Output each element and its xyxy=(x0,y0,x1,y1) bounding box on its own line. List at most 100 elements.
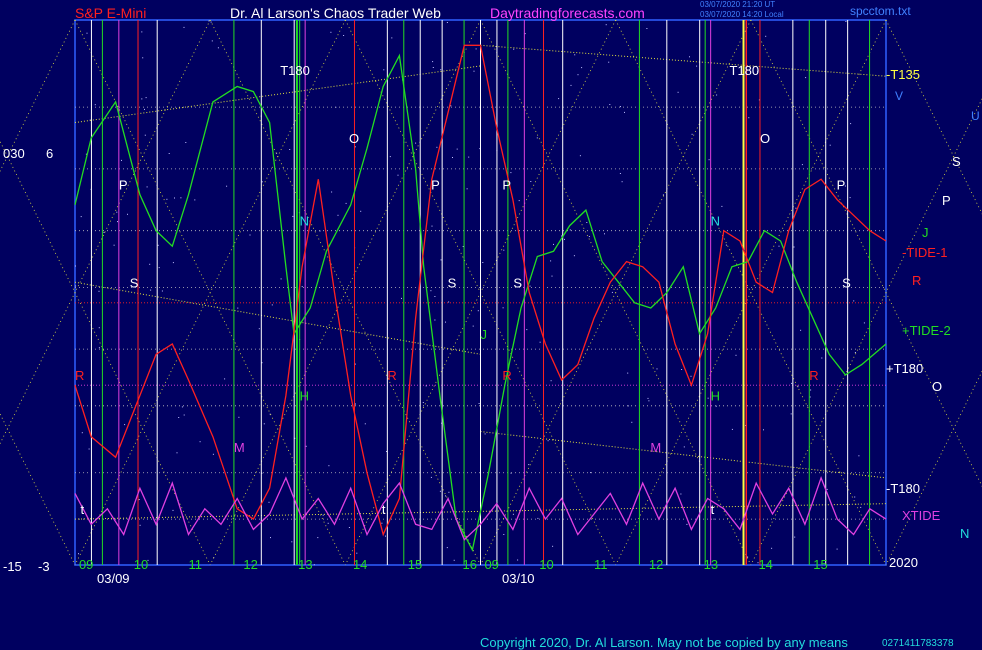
star-dot xyxy=(683,446,685,448)
label-p: P xyxy=(942,193,951,208)
star-dot xyxy=(94,104,96,106)
star-dot xyxy=(456,148,458,150)
star-dot xyxy=(536,137,538,139)
star-dot xyxy=(513,48,515,50)
star-dot xyxy=(561,235,562,237)
star-dot xyxy=(317,537,319,539)
star-dot xyxy=(771,547,773,549)
chart-plot: 09 10 11 12 13 14 15 16 09 10 11 12 13 14 15 T180 T180 P S… xyxy=(0,19,982,572)
star-dot xyxy=(401,297,402,299)
star-dot xyxy=(854,352,856,353)
star-dot xyxy=(579,155,581,157)
star-dot xyxy=(146,186,148,188)
star-dot xyxy=(569,229,571,231)
star-dot xyxy=(348,527,350,528)
star-dot xyxy=(271,304,273,306)
star-dot xyxy=(436,146,438,148)
star-dot xyxy=(573,255,575,257)
planet-letter: R xyxy=(387,368,396,383)
star-dot xyxy=(646,28,648,29)
star-dot xyxy=(748,117,750,119)
star-dot xyxy=(716,94,718,96)
left-axis-bottom-b: -3 xyxy=(38,559,50,574)
left-axis-top-a: 030 xyxy=(3,146,25,161)
planet-letter: t xyxy=(382,502,386,517)
author-title: Dr. Al Larson's Chaos Trader Web xyxy=(230,5,441,21)
star-dot xyxy=(588,236,590,237)
label-v: V xyxy=(895,89,904,103)
star-dot xyxy=(604,233,605,235)
star-dot xyxy=(680,493,682,495)
planet-letter: t xyxy=(80,502,84,517)
star-dot xyxy=(172,509,174,511)
star-dot xyxy=(139,524,141,526)
star-dot xyxy=(790,413,792,415)
star-dot xyxy=(793,246,795,248)
star-dot xyxy=(677,91,679,93)
star-dot xyxy=(208,20,210,22)
star-dot xyxy=(529,285,531,287)
star-dot xyxy=(539,341,541,343)
star-dot xyxy=(553,243,554,245)
star-dot xyxy=(415,142,417,144)
star-dot xyxy=(183,414,185,416)
star-dot xyxy=(185,142,187,143)
star-dot xyxy=(482,262,484,263)
star-dot xyxy=(127,213,128,215)
planet-letter: H xyxy=(711,389,720,404)
star-dot xyxy=(778,245,780,247)
star-dot xyxy=(322,514,324,516)
label-tide2: +TIDE-2 xyxy=(902,323,951,338)
star-dot xyxy=(81,432,83,434)
star-dot xyxy=(440,69,442,71)
diagonal-line xyxy=(750,98,982,566)
diagonal-line xyxy=(0,412,76,566)
star-dot xyxy=(794,536,796,538)
star-dot xyxy=(261,181,263,183)
x-tick-label: 14 xyxy=(758,557,772,572)
star-dot xyxy=(86,32,88,34)
star-dot xyxy=(681,369,683,370)
star-dot xyxy=(850,123,852,125)
star-dot xyxy=(445,321,446,323)
star-dot xyxy=(662,194,664,196)
star-dot xyxy=(620,106,621,108)
star-dot xyxy=(574,54,576,56)
star-dot xyxy=(468,156,470,158)
star-dot xyxy=(547,440,549,442)
x-tick-label: 09 xyxy=(79,557,93,572)
star-dot xyxy=(503,534,505,535)
star-dot xyxy=(238,416,240,418)
star-dot xyxy=(472,325,474,327)
star-dot xyxy=(608,61,610,63)
slope-line xyxy=(480,431,887,479)
star-dot xyxy=(78,553,79,555)
star-dot xyxy=(337,214,339,216)
star-dot xyxy=(144,108,145,110)
star-dot xyxy=(432,67,434,68)
star-dot xyxy=(150,289,152,291)
star-dot xyxy=(301,286,303,288)
star-dot xyxy=(849,197,851,199)
star-dot xyxy=(174,197,175,199)
star-dot xyxy=(98,327,100,329)
star-dot xyxy=(721,205,723,207)
star-dot xyxy=(356,552,358,554)
star-dot xyxy=(611,291,613,293)
star-dot xyxy=(863,322,865,324)
star-dot xyxy=(166,198,168,200)
site-link[interactable]: Daytradingforecasts.com xyxy=(490,6,645,20)
diagonal-line xyxy=(615,19,887,566)
star-dot xyxy=(821,357,823,359)
label-o: O xyxy=(932,379,943,394)
star-dot xyxy=(75,265,76,267)
x-tick-label: 16 xyxy=(463,557,477,572)
star-dot xyxy=(452,157,453,158)
planet-letter: P xyxy=(119,178,128,193)
star-dot xyxy=(431,225,433,227)
star-dot xyxy=(765,35,767,37)
date-label-1: 03/09 xyxy=(97,571,130,586)
symbol-title: S&P E-Mini xyxy=(75,5,147,21)
planet-letter: P xyxy=(431,178,440,193)
star-dot xyxy=(512,513,514,515)
